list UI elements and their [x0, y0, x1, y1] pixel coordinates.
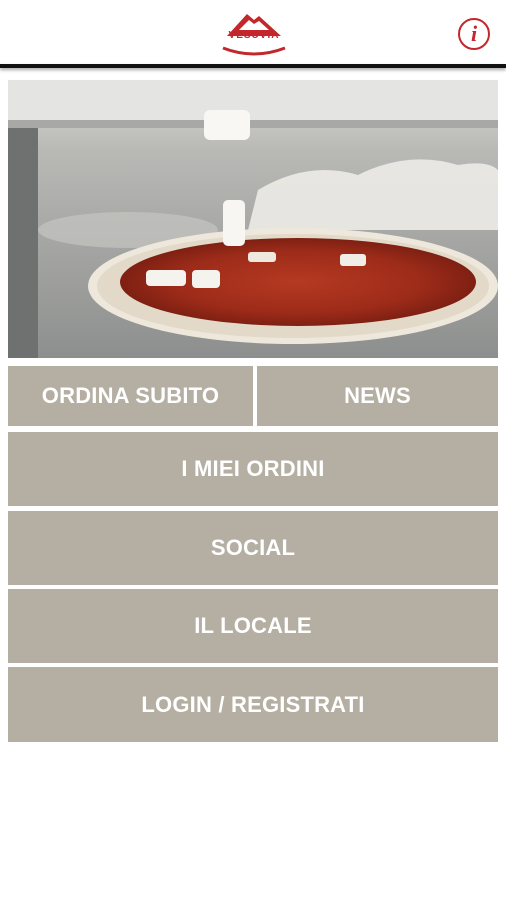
- news-button[interactable]: NEWS: [257, 366, 498, 426]
- ordina-subito-button[interactable]: ORDINA SUBITO: [8, 366, 253, 426]
- il-locale-label: IL LOCALE: [194, 613, 312, 638]
- hero-pizza-image: [8, 80, 498, 358]
- news-label: NEWS: [344, 383, 411, 408]
- logo-text: VESUVIA: [228, 30, 280, 41]
- info-button[interactable]: i: [458, 18, 490, 50]
- pizza-image-icon: [8, 80, 498, 358]
- miei-ordini-button[interactable]: I MIEI ORDINI: [8, 432, 498, 506]
- login-registrati-button[interactable]: LOGIN / REGISTRATI: [8, 667, 498, 742]
- social-label: SOCIAL: [210, 535, 296, 560]
- app-header: VESUVIA i: [0, 0, 506, 64]
- ordina-subito-label: ORDINA SUBITO: [41, 383, 220, 408]
- header-divider: [0, 64, 506, 68]
- vesuvia-logo: VESUVIA: [219, 8, 289, 56]
- social-button[interactable]: SOCIAL: [8, 511, 498, 585]
- il-locale-button[interactable]: IL LOCALE: [8, 589, 498, 663]
- login-registrati-label: LOGIN / REGISTRATI: [141, 692, 365, 717]
- miei-ordini-label: I MIEI ORDINI: [181, 456, 325, 481]
